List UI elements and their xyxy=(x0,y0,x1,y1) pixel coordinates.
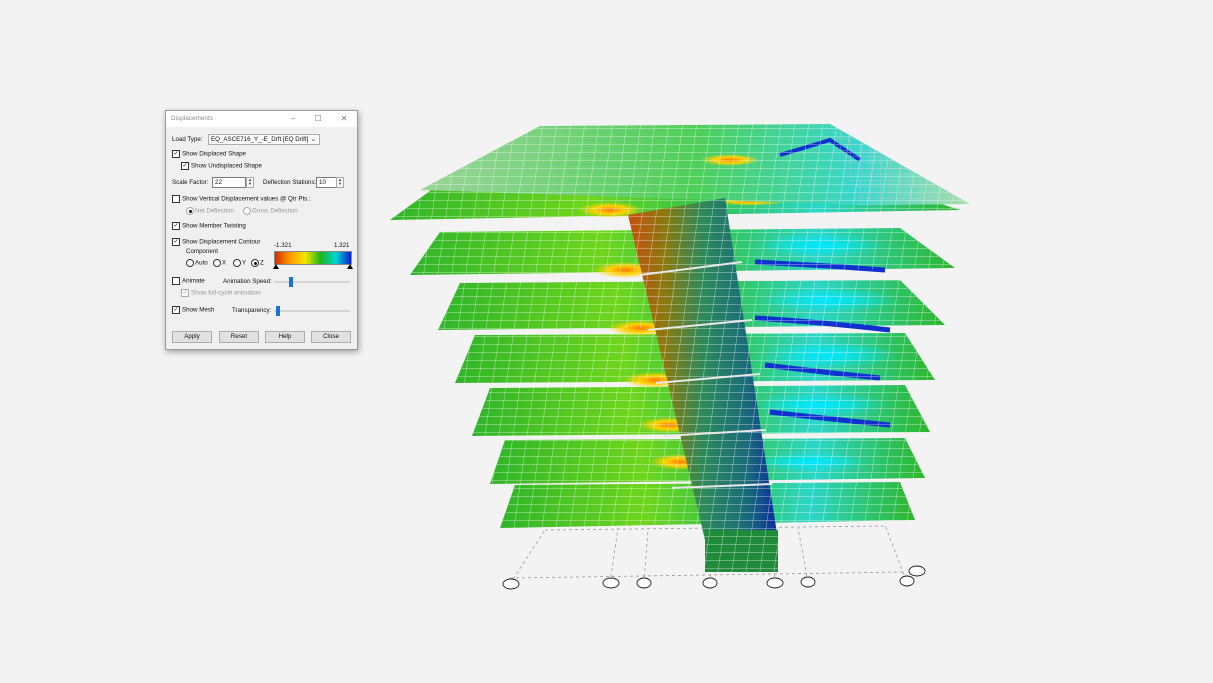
net-deflection-option[interactable]: Net Deflection xyxy=(186,207,234,215)
component-x-option[interactable]: X xyxy=(213,259,226,267)
show-displacement-contour-label: Show Displacement Contour xyxy=(182,238,261,246)
load-type-select[interactable]: EQ_ASCE716_Y_-E_Drft [EQ Drift] ⌄ xyxy=(208,134,320,145)
animate-label: Animate xyxy=(182,277,205,285)
show-undisplaced-shape-checkbox[interactable]: ✓ xyxy=(181,162,189,170)
component-label: Component xyxy=(186,248,218,255)
transparency-slider[interactable] xyxy=(276,306,281,316)
component-y-label: Y xyxy=(242,259,247,267)
deflection-stations-input[interactable]: 10 xyxy=(316,177,337,188)
show-member-twisting-label: Show Member Twisting xyxy=(182,222,246,230)
scale-factor-spinner[interactable]: ▲ ▼ xyxy=(246,177,254,188)
contour-min-handle[interactable] xyxy=(273,264,279,269)
component-z-label: Z xyxy=(260,259,264,267)
component-y-radio[interactable] xyxy=(233,259,241,267)
component-auto-option[interactable]: Auto xyxy=(186,259,208,267)
close-icon[interactable]: ✕ xyxy=(337,113,351,124)
component-auto-radio[interactable] xyxy=(186,259,194,267)
show-mesh-row[interactable]: ✓ Show Mesh xyxy=(172,306,214,314)
load-type-value: EQ_ASCE716_Y_-E_Drft [EQ Drift] xyxy=(211,136,309,143)
animation-speed-slider[interactable] xyxy=(289,277,294,287)
show-full-cycle-label: Show full-cycle animation xyxy=(191,289,261,297)
show-member-twisting-row[interactable]: ✓ Show Member Twisting xyxy=(172,222,246,230)
show-mesh-checkbox[interactable]: ✓ xyxy=(172,306,180,314)
apply-button[interactable]: Apply xyxy=(172,331,212,343)
animation-speed-track[interactable] xyxy=(274,281,350,283)
component-auto-label: Auto xyxy=(195,259,208,267)
animate-checkbox[interactable] xyxy=(172,277,180,285)
help-button[interactable]: Help xyxy=(265,331,305,343)
gross-deflection-label: Gross Deflection xyxy=(252,207,298,215)
contour-color-bar xyxy=(274,251,352,265)
chevron-down-icon: ⌄ xyxy=(310,136,316,143)
dialog-title: Displacements xyxy=(171,115,213,122)
deflection-stations-spinner[interactable]: ▲ ▼ xyxy=(336,177,344,188)
reset-button[interactable]: Reset xyxy=(219,331,259,343)
animation-speed-label: Animation Speed: xyxy=(223,278,272,285)
scale-factor-label: Scale Factor: xyxy=(172,179,209,186)
component-x-radio[interactable] xyxy=(213,259,221,267)
contour-min-label: -1.321 xyxy=(274,242,292,249)
show-displacement-contour-checkbox[interactable]: ✓ xyxy=(172,238,180,246)
animate-row[interactable]: Animate xyxy=(172,277,205,285)
show-full-cycle-checkbox[interactable]: ✓ xyxy=(181,289,189,297)
displacements-dialog: Displacements – ☐ ✕ Load Type: EQ_ASCE71… xyxy=(165,110,358,350)
deflection-stations-label: Deflection Stations: xyxy=(263,179,317,186)
scale-factor-input[interactable]: 22 xyxy=(212,177,246,188)
transparency-label: Transparency: xyxy=(232,307,272,314)
minimize-icon[interactable]: – xyxy=(286,113,300,124)
dialog-titlebar[interactable]: Displacements – ☐ ✕ xyxy=(166,111,357,127)
show-displacement-contour-row[interactable]: ✓ Show Displacement Contour xyxy=(172,238,260,246)
show-displaced-shape-label: Show Displaced Shape xyxy=(182,150,246,158)
load-type-label: Load Type: xyxy=(172,136,203,143)
transparency-track[interactable] xyxy=(274,310,350,312)
net-deflection-label: Net Deflection xyxy=(195,207,234,215)
show-vertical-displacement-checkbox[interactable] xyxy=(172,195,180,203)
show-vertical-displacement-label: Show Vertical Displacement values @ Qtr … xyxy=(182,195,311,203)
net-deflection-radio[interactable] xyxy=(186,207,194,215)
contour-max-label: 1.321 xyxy=(334,242,350,249)
maximize-icon[interactable]: ☐ xyxy=(311,113,325,124)
component-z-radio[interactable] xyxy=(251,259,259,267)
show-displaced-shape-row[interactable]: ✓ Show Displaced Shape xyxy=(172,150,246,158)
component-z-option[interactable]: Z xyxy=(251,259,264,267)
show-undisplaced-shape-row[interactable]: ✓ Show Undisplaced Shape xyxy=(181,162,262,170)
close-button[interactable]: Close xyxy=(311,331,351,343)
contour-max-handle[interactable] xyxy=(347,264,353,269)
show-mesh-label: Show Mesh xyxy=(182,306,215,314)
gross-deflection-option[interactable]: Gross Deflection xyxy=(243,207,298,215)
show-undisplaced-shape-label: Show Undisplaced Shape xyxy=(191,162,262,170)
show-member-twisting-checkbox[interactable]: ✓ xyxy=(172,222,180,230)
show-displaced-shape-checkbox[interactable]: ✓ xyxy=(172,150,180,158)
show-vertical-displacement-row[interactable]: Show Vertical Displacement values @ Qtr … xyxy=(172,195,311,203)
show-full-cycle-row[interactable]: ✓ Show full-cycle animation xyxy=(181,289,261,297)
component-x-label: X xyxy=(222,259,227,267)
component-y-option[interactable]: Y xyxy=(233,259,246,267)
gross-deflection-radio[interactable] xyxy=(243,207,251,215)
